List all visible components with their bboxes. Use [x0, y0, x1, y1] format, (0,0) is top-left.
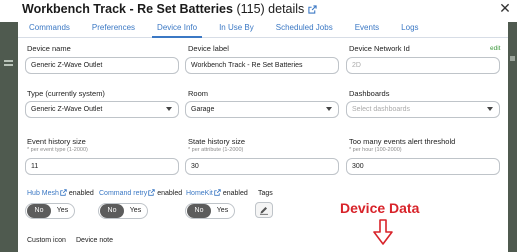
- toggle-yes-option[interactable]: Yes: [51, 204, 74, 218]
- state-history-help: * per attribute (1-2000): [188, 147, 244, 153]
- event-history-label: Event history size: [27, 137, 86, 146]
- external-link-icon[interactable]: [60, 189, 67, 196]
- backdrop-left: [0, 22, 18, 252]
- hub-mesh-status: enabled: [68, 190, 94, 197]
- tab-preferences[interactable]: Preferences: [81, 19, 146, 37]
- device-details-dialog: Workbench Track - Re Set Batteries (115)…: [18, 0, 511, 252]
- tab-scheduled-jobs[interactable]: Scheduled Jobs: [265, 19, 344, 37]
- tab-logs[interactable]: Logs: [390, 19, 429, 37]
- tab-device-info[interactable]: Device Info: [146, 19, 208, 38]
- tab-bar: Commands Preferences Device Info In Use …: [18, 19, 508, 38]
- state-history-label: State history size: [188, 137, 246, 146]
- hub-mesh-link[interactable]: Hub Mesh: [27, 190, 59, 197]
- homekit-toggle[interactable]: No Yes: [185, 203, 235, 219]
- close-icon[interactable]: ✕: [498, 0, 512, 17]
- backdrop-tick: [4, 60, 13, 62]
- dashboards-placeholder: Select dashboards: [352, 106, 410, 113]
- too-many-events-label: Too many events alert threshold: [349, 137, 456, 146]
- device-label-label: Device label: [188, 44, 229, 53]
- device-data-annotation: Device Data: [340, 200, 420, 216]
- toggle-no-option[interactable]: No: [187, 204, 211, 218]
- state-history-input[interactable]: 30: [185, 158, 339, 175]
- tab-events[interactable]: Events: [344, 19, 390, 37]
- device-note-label: Device note: [76, 237, 113, 244]
- network-id-input: 2D: [346, 57, 500, 74]
- hub-mesh-option: Hub Mesh enabled: [27, 189, 94, 198]
- tab-in-use-by[interactable]: In Use By: [208, 19, 265, 37]
- tag-edit-button[interactable]: [255, 202, 273, 218]
- dashboards-select[interactable]: Select dashboards: [346, 101, 500, 118]
- room-select[interactable]: Garage: [185, 101, 339, 118]
- backdrop-tick: [4, 64, 13, 66]
- type-select-value: Generic Z-Wave Outlet: [31, 106, 103, 113]
- command-retry-option: Command retry enabled: [99, 189, 182, 198]
- event-history-help: * per event type (1-2000): [27, 147, 88, 153]
- type-select[interactable]: Generic Z-Wave Outlet: [25, 101, 179, 118]
- chevron-down-icon: [487, 107, 493, 111]
- dialog-title-bar: Workbench Track - Re Set Batteries (115)…: [18, 0, 511, 18]
- network-id-edit-link[interactable]: edit: [490, 45, 500, 52]
- tag-edit-icon: [260, 207, 268, 215]
- toggle-no-option[interactable]: No: [27, 204, 51, 218]
- toggle-yes-option[interactable]: Yes: [124, 204, 147, 218]
- too-many-events-help: * per hour (100-2000): [349, 147, 402, 153]
- external-link-icon[interactable]: [308, 4, 317, 14]
- room-label: Room: [188, 89, 209, 98]
- chevron-down-icon: [166, 107, 172, 111]
- tags-label: Tags: [258, 190, 273, 197]
- custom-icon-label: Custom icon: [27, 237, 66, 244]
- device-name-label: Device name: [27, 44, 71, 53]
- event-history-input[interactable]: 11: [25, 158, 179, 175]
- network-id-label: Device Network Id: [349, 44, 410, 53]
- toggle-no-option[interactable]: No: [100, 204, 124, 218]
- homekit-status: enabled: [222, 190, 248, 197]
- command-retry-link[interactable]: Command retry: [99, 190, 147, 197]
- command-retry-toggle[interactable]: No Yes: [98, 203, 148, 219]
- external-link-icon[interactable]: [214, 189, 221, 196]
- hub-mesh-toggle[interactable]: No Yes: [25, 203, 75, 219]
- backdrop-right: [508, 22, 517, 252]
- dialog-title-suffix: details: [264, 2, 305, 16]
- too-many-events-input[interactable]: 300: [346, 158, 500, 175]
- toggle-yes-option[interactable]: Yes: [211, 204, 234, 218]
- room-select-value: Garage: [191, 106, 215, 113]
- dialog-title-count: (115): [232, 2, 265, 16]
- tab-commands[interactable]: Commands: [18, 19, 81, 37]
- homekit-option: HomeKit enabled: [186, 189, 248, 198]
- down-arrow-icon: [373, 219, 393, 245]
- dialog-title: Workbench Track - Re Set Batteries: [22, 2, 233, 16]
- type-label: Type (currently system): [27, 89, 105, 98]
- dashboards-label: Dashboards: [349, 89, 390, 98]
- homekit-link[interactable]: HomeKit: [186, 190, 213, 197]
- command-retry-status: enabled: [157, 190, 183, 197]
- external-link-icon[interactable]: [148, 189, 155, 196]
- chevron-down-icon: [326, 107, 332, 111]
- device-name-input[interactable]: Generic Z-Wave Outlet: [25, 57, 179, 74]
- device-label-input[interactable]: Workbench Track - Re Set Batteries: [185, 57, 339, 74]
- backdrop-mark: [510, 56, 515, 61]
